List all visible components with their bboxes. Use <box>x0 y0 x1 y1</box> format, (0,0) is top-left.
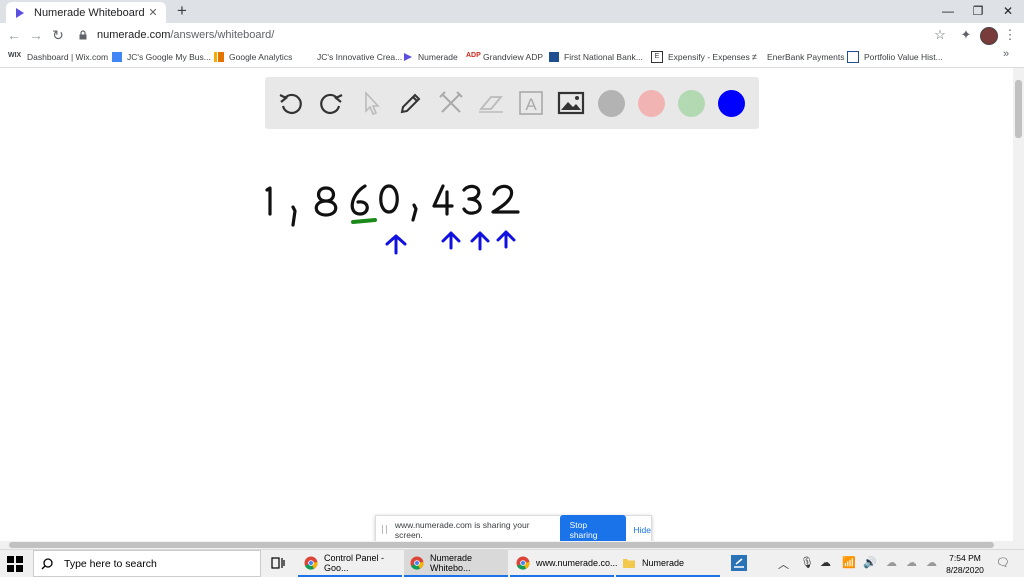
share-message: www.numerade.com is sharing your screen. <box>395 520 554 540</box>
bookmark-item[interactable]: ≠ EnerBank Payments <box>752 49 844 64</box>
bookmark-label: Numerade <box>418 52 458 62</box>
star-icon[interactable]: ☆ <box>932 27 948 43</box>
tab-close-icon[interactable]: ✕ <box>146 6 160 19</box>
browser-tab[interactable]: Numerade Whiteboard ✕ <box>6 2 166 23</box>
portfolio-icon <box>847 51 859 63</box>
clock-date: 8/28/2020 <box>940 564 990 576</box>
taskbar-clock[interactable]: 7:54 PM 8/28/2020 <box>940 552 990 576</box>
taskbar-app-label: Numerade <box>642 558 684 568</box>
windows-taskbar: Type here to search Control Panel - Goo.… <box>0 549 1024 577</box>
close-window-button[interactable]: ✕ <box>992 0 1024 22</box>
bookmarks-overflow-icon[interactable]: » <box>1003 48 1009 60</box>
horizontal-scrollbar[interactable] <box>0 541 1024 549</box>
bookmark-label: Dashboard | Wix.com <box>27 52 108 62</box>
url-path: /answers/whiteboard/ <box>170 29 274 41</box>
taskbar-app-label: Control Panel - Goo... <box>324 553 402 573</box>
tab-strip: Numerade Whiteboard ✕ + — ❐ ✕ <box>0 0 1024 23</box>
folder-icon <box>622 556 636 570</box>
stop-sharing-button[interactable]: Stop sharing <box>560 515 626 545</box>
google-mybusiness-icon <box>112 52 122 62</box>
volume-icon[interactable]: 🔊 <box>863 556 877 569</box>
taskbar-app-numerade-whiteboard[interactable]: Numerade Whitebo... <box>404 550 508 577</box>
task-view-icon[interactable] <box>270 555 286 571</box>
restore-button[interactable]: ❐ <box>962 0 994 22</box>
taskbar-search-box[interactable]: Type here to search <box>33 550 261 577</box>
adp-icon: ADP <box>466 52 478 62</box>
chrome-icon <box>516 556 530 570</box>
arrow-marks <box>387 232 514 253</box>
cloud-sync-icon[interactable]: ☁ <box>886 556 897 569</box>
chrome-icon <box>410 556 424 570</box>
wix-icon: WIX <box>8 52 22 62</box>
windows-start-icon[interactable] <box>7 556 23 572</box>
notifications-icon[interactable]: 🗨 <box>996 556 1010 569</box>
url-host: numerade.com <box>97 29 170 41</box>
reload-icon[interactable]: ↻ <box>48 25 68 45</box>
browser-toolbar: ← → ↻ numerade.com/answers/whiteboard/ ☆… <box>0 23 1024 46</box>
underline-mark <box>353 220 375 222</box>
bookmark-item[interactable]: Portfolio Value Hist... <box>847 49 943 64</box>
bookmark-item[interactable]: Numerade <box>403 49 458 64</box>
address-bar[interactable]: numerade.com/answers/whiteboard/ <box>70 25 960 44</box>
blank-page-icon <box>302 52 312 62</box>
search-placeholder: Type here to search <box>64 558 157 570</box>
bookmark-item[interactable]: Google Analytics <box>214 49 292 64</box>
tab-title: Numerade Whiteboard <box>34 7 146 19</box>
vertical-scrollbar[interactable] <box>1013 68 1024 542</box>
clock-time: 7:54 PM <box>940 552 990 564</box>
enerbank-icon: ≠ <box>752 52 762 62</box>
hide-button[interactable]: Hide <box>634 525 651 535</box>
lock-icon <box>78 30 88 40</box>
cloud-sync-icon-3[interactable]: ☁ <box>926 556 937 569</box>
url-text: numerade.com/answers/whiteboard/ <box>97 29 274 41</box>
bookmark-item[interactable]: JC's Google My Bus... <box>112 49 211 64</box>
bookmark-label: JC's Innovative Crea... <box>317 52 402 62</box>
taskbar-app-control-panel[interactable]: Control Panel - Goo... <box>298 550 402 577</box>
whiteboard-canvas[interactable] <box>0 68 1013 542</box>
bookmark-label: JC's Google My Bus... <box>127 52 211 62</box>
horizontal-scroll-thumb[interactable] <box>9 542 994 548</box>
bookmark-label: Google Analytics <box>229 52 292 62</box>
taskbar-app-numerade-com[interactable]: www.numerade.co... <box>510 550 614 577</box>
forward-icon[interactable]: → <box>26 25 46 45</box>
bank-icon <box>549 52 559 62</box>
scroll-thumb[interactable] <box>1015 80 1022 138</box>
bookmark-item[interactable]: JC's Innovative Crea... <box>302 49 402 64</box>
avatar[interactable] <box>980 27 998 45</box>
bookmark-label: First National Bank... <box>564 52 643 62</box>
wifi-icon[interactable]: 📶 <box>842 556 856 569</box>
drag-handle-icon[interactable] <box>382 525 387 534</box>
numerade-icon <box>14 7 26 19</box>
chrome-icon <box>304 556 318 570</box>
bookmark-item[interactable]: ADP Grandview ADP <box>466 49 543 64</box>
numerade-icon <box>403 52 413 62</box>
search-icon <box>41 558 53 570</box>
bookmark-label: EnerBank Payments <box>767 52 844 62</box>
bookmark-label: Grandview ADP <box>483 52 543 62</box>
extensions-icon[interactable]: ✦ <box>958 27 974 43</box>
bookmark-label: Portfolio Value Hist... <box>864 52 943 62</box>
onedrive-icon[interactable]: ☁ <box>820 556 831 569</box>
whiteboard-page: A www.numerade.com is sharing you <box>0 68 1013 542</box>
screen-share-bar: www.numerade.com is sharing your screen.… <box>375 515 652 544</box>
handwritten-number <box>267 186 518 225</box>
bookmark-item[interactable]: First National Bank... <box>549 49 643 64</box>
pinned-app-icon[interactable] <box>731 555 747 571</box>
bookmarks-bar: WIX Dashboard | Wix.com JC's Google My Bu… <box>0 46 1024 68</box>
chevron-up-icon[interactable]: ︿ <box>778 556 789 572</box>
menu-icon[interactable]: ⋮ <box>1002 27 1018 43</box>
bookmark-item[interactable]: WIX Dashboard | Wix.com <box>8 49 108 64</box>
back-icon[interactable]: ← <box>4 25 24 45</box>
taskbar-app-label: Numerade Whitebo... <box>430 553 508 573</box>
taskbar-app-label: www.numerade.co... <box>536 558 618 568</box>
expensify-icon: E <box>651 51 663 63</box>
google-analytics-icon <box>214 52 224 62</box>
bookmark-item[interactable]: E Expensify - Expenses <box>651 49 750 64</box>
microphone-icon[interactable]: 🎙 <box>800 556 814 569</box>
cloud-sync-icon-2[interactable]: ☁ <box>906 556 917 569</box>
new-tab-button[interactable]: + <box>173 2 191 20</box>
bookmark-label: Expensify - Expenses <box>668 52 750 62</box>
minimize-button[interactable]: — <box>932 0 964 22</box>
taskbar-app-numerade-folder[interactable]: Numerade <box>616 550 720 577</box>
